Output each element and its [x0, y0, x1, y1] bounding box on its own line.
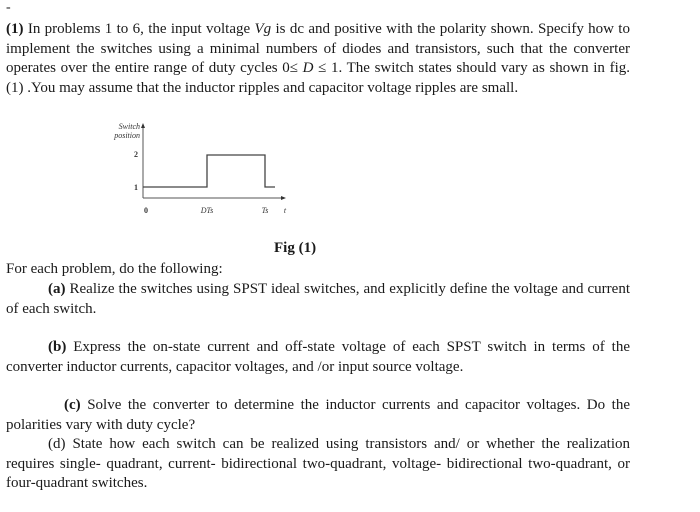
figure-caption: Fig (1) — [274, 240, 317, 256]
y-tick-1: 1 — [134, 183, 138, 192]
instruction-c-text: Solve the converter to determine the ind… — [6, 397, 630, 433]
instruction-a-label: (a) — [48, 281, 66, 297]
x-tick-dts: DTs — [200, 206, 214, 215]
switch-position-figure: Switch position 2 1 0 DTs Ts t — [113, 122, 287, 215]
margin-marker: - — [6, 0, 11, 15]
y-tick-2: 2 — [134, 150, 138, 159]
problem-statement: (1) In problems 1 to 6, the input voltag… — [6, 20, 630, 98]
instructions-intro: For each problem, do the following: — [6, 261, 223, 277]
y-axis-label-line1: Switch — [119, 122, 140, 131]
y-axis-label-line2: position — [113, 131, 140, 140]
problem-number: (1) — [6, 21, 24, 37]
instruction-d-text: State how each switch can be realized us… — [6, 436, 630, 491]
instruction-a-text: Realize the switches using SPST ideal sw… — [6, 281, 630, 317]
instruction-b-label: (b) — [48, 339, 67, 355]
x-axis-label: t — [284, 206, 287, 215]
instruction-d-label: (d) — [48, 436, 66, 452]
instruction-c-d: (c) Solve the converter to determine the… — [6, 396, 630, 494]
problem-text-part1: In problems 1 to 6, the input voltage — [23, 21, 255, 37]
instruction-b-text: Express the on-state current and off-sta… — [6, 339, 630, 375]
instruction-a: (a) Realize the switches using SPST idea… — [6, 280, 630, 319]
symbol-d: D — [302, 60, 314, 76]
x-tick-0: 0 — [144, 206, 148, 215]
x-tick-ts: Ts — [262, 206, 269, 215]
instruction-b: (b) Express the on-state current and off… — [6, 338, 630, 377]
symbol-vg: Vg — [254, 21, 272, 37]
x-axis-arrow-icon — [281, 196, 286, 200]
y-axis-arrow-icon — [141, 123, 145, 128]
instruction-c-label: (c) — [64, 397, 81, 413]
switch-waveform — [143, 154, 275, 188]
